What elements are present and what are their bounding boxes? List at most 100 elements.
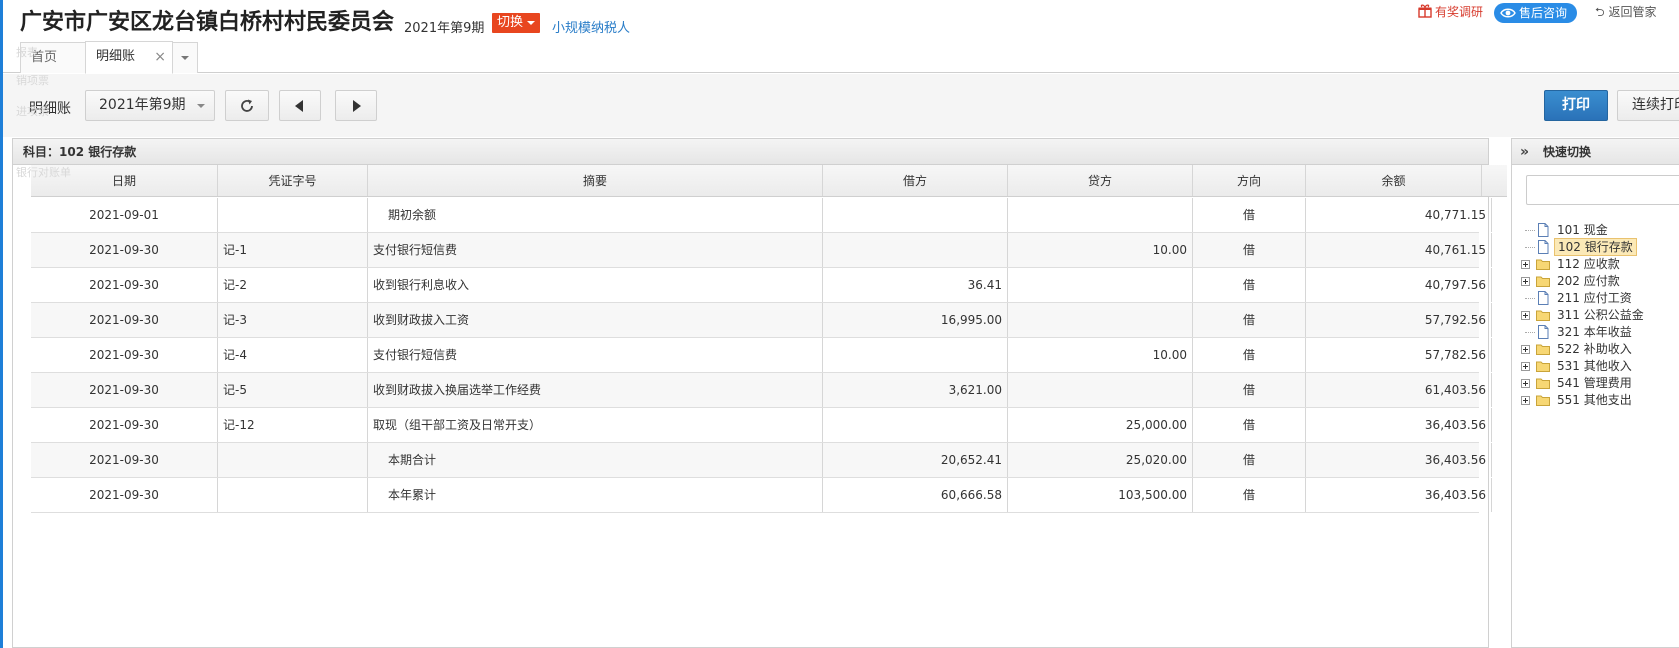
expander-icon[interactable] (1521, 277, 1530, 286)
tree-connector (1525, 332, 1535, 333)
file-icon (1536, 291, 1550, 305)
header-scroll-gap (1489, 165, 1507, 197)
expander-icon[interactable] (1521, 260, 1530, 269)
tree-item[interactable]: 101 现金 (1512, 221, 1679, 239)
close-icon[interactable]: × (154, 42, 166, 72)
table-row[interactable]: 2021-09-30 记-3 收到财政拔入工资 16,995.00 借 57,792.56 (31, 303, 1492, 338)
cell-debit: 36.41 (823, 268, 1008, 302)
table-row[interactable]: 2021-09-30 本年累计 60,666.58 103,500.00 借 36,403… (31, 478, 1492, 513)
tree-item[interactable]: 551 其他支出 (1512, 391, 1679, 409)
cell-voucher: 记-5 (218, 373, 368, 407)
next-icon (353, 99, 361, 112)
cell-date: 2021-09-30 (31, 303, 218, 337)
tree-connector (1525, 230, 1535, 231)
continuous-print-button[interactable]: 连续打印 (1617, 90, 1679, 121)
print-button[interactable]: 打印 (1544, 90, 1608, 121)
cell-credit: 25,020.00 (1008, 443, 1193, 477)
tree-item-label: 101 现金 (1557, 223, 1608, 237)
tree-item-label: 551 其他支出 (1557, 393, 1632, 407)
cell-direction: 借 (1193, 443, 1306, 477)
cell-summary: 取现（组干部工资及日常开支） (368, 408, 823, 442)
folder-icon (1536, 376, 1550, 390)
taxpayer-link[interactable]: 小规模纳税人 (552, 17, 630, 36)
cell-direction: 借 (1193, 408, 1306, 442)
tree-item-label: 531 其他收入 (1557, 359, 1632, 373)
next-period-button[interactable] (335, 90, 377, 121)
table-row[interactable]: 2021-09-30 记-1 支付银行短信费 10.00 借 40,761.15 (31, 233, 1492, 268)
ghost-menu-item: 银行对账单 (16, 166, 71, 179)
table-row[interactable]: 2021-09-30 记-4 支付银行短信费 10.00 借 57,782.56 (31, 338, 1492, 373)
column-header-summary[interactable]: 摘要 (368, 165, 823, 196)
tree-item[interactable]: 522 补助收入 (1512, 340, 1679, 358)
survey-link[interactable]: 有奖调研 (1418, 3, 1483, 20)
column-header-debit[interactable]: 借方 (823, 165, 1008, 196)
refresh-button[interactable] (225, 90, 269, 121)
cell-balance: 40,797.56 (1306, 268, 1492, 302)
eye-icon (1500, 8, 1516, 18)
table-row[interactable]: 2021-09-30 记-2 收到银行利息收入 36.41 借 40,797.56 (31, 268, 1492, 303)
cell-debit: 60,666.58 (823, 478, 1008, 512)
tree-item[interactable]: 531 其他收入 (1512, 357, 1679, 375)
cell-voucher: 记-12 (218, 408, 368, 442)
tree-item[interactable]: 112 应收款 (1512, 255, 1679, 273)
column-header-voucher[interactable]: 凭证字号 (218, 165, 368, 196)
column-header-credit[interactable]: 贷方 (1008, 165, 1193, 196)
chevron-down-icon (527, 20, 536, 25)
cell-date: 2021-09-30 (31, 268, 218, 302)
collapse-icon[interactable]: » (1520, 139, 1529, 165)
cell-credit (1008, 268, 1193, 302)
cell-voucher (218, 198, 368, 232)
expander-icon[interactable] (1521, 345, 1530, 354)
cell-voucher: 记-2 (218, 268, 368, 302)
switch-period-button[interactable]: 切换 (492, 13, 541, 33)
table-row[interactable]: 2021-09-30 记-5 收到财政拔入换届选举工作经费 3,621.00 借 61,4… (31, 373, 1492, 408)
expander-icon[interactable] (1521, 311, 1530, 320)
aftersale-label: 售后咨询 (1519, 6, 1568, 20)
file-icon (1536, 223, 1550, 237)
cell-debit (823, 338, 1008, 372)
cell-balance: 40,771.15 (1306, 198, 1492, 232)
cell-voucher (218, 478, 368, 512)
folder-icon (1536, 359, 1550, 373)
tab-more-button[interactable] (172, 42, 198, 73)
cell-direction: 借 (1193, 233, 1306, 267)
cell-debit: 20,652.41 (823, 443, 1008, 477)
table-row[interactable]: 2021-09-01 期初余额 借 40,771.15 (31, 198, 1492, 233)
tree-item[interactable]: 311 公积公益金 (1512, 306, 1679, 324)
expander-icon[interactable] (1521, 362, 1530, 371)
quick-switch-panel: » 快速切换 101 现金 102 银行存款 112 应收款 202 应付款 211 应… (1511, 138, 1679, 648)
expander-icon[interactable] (1521, 396, 1530, 405)
cell-debit (823, 198, 1008, 232)
cell-credit (1008, 373, 1193, 407)
column-header-balance[interactable]: 余额 (1306, 165, 1482, 196)
column-header-direction[interactable]: 方向 (1193, 165, 1306, 196)
cell-direction: 借 (1193, 198, 1306, 232)
tree-item[interactable]: 211 应付工资 (1512, 289, 1679, 307)
expander-icon[interactable] (1521, 379, 1530, 388)
cell-summary: 本年累计 (368, 478, 823, 512)
tree-item[interactable]: 541 管理费用 (1512, 374, 1679, 392)
chevron-down-icon (181, 55, 189, 60)
prev-period-button[interactable] (279, 90, 321, 121)
folder-icon (1536, 342, 1550, 356)
cell-balance: 36,403.56 (1306, 443, 1492, 477)
quick-search-input[interactable] (1526, 175, 1679, 205)
tab-ledger[interactable]: 明细账 × (85, 41, 173, 74)
cell-date: 2021-09-30 (31, 373, 218, 407)
period-select[interactable]: 2021年第9期 (85, 90, 215, 121)
table-row[interactable]: 2021-09-30 本期合计 20,652.41 25,020.00 借 36,403.… (31, 443, 1492, 478)
cell-credit (1008, 303, 1193, 337)
tree-item[interactable]: 321 本年收益 (1512, 323, 1679, 341)
tree-item[interactable]: 202 应付款 (1512, 272, 1679, 290)
cell-direction: 借 (1193, 338, 1306, 372)
back-link[interactable]: ⮌ 返回管家 (1595, 3, 1656, 24)
cell-date: 2021-09-30 (31, 443, 218, 477)
cell-summary: 期初余额 (368, 198, 823, 232)
ghost-menu-item: 销项票 (16, 74, 49, 87)
tree-item[interactable]: 102 银行存款 (1512, 238, 1679, 256)
tree-item-label: 211 应付工资 (1557, 291, 1632, 305)
subject-title: 科目：102 银行存款 (13, 139, 1488, 165)
table-row[interactable]: 2021-09-30 记-12 取现（组干部工资及日常开支） 25,000.00 借 36… (31, 408, 1492, 443)
aftersale-button[interactable]: 售后咨询 (1494, 3, 1578, 23)
ghost-menu-item: 报表 (16, 46, 38, 59)
